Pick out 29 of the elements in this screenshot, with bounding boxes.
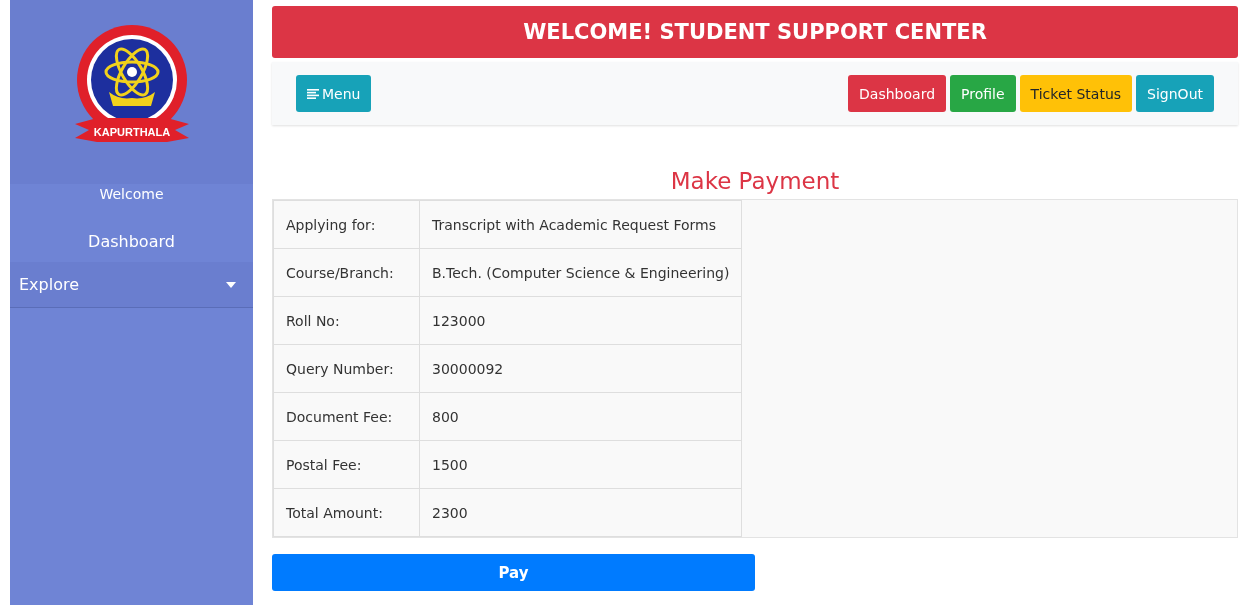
menu-icon [307, 88, 319, 99]
table-cell: Postal Fee: [273, 440, 420, 489]
nav-button[interactable]: Dashboard [848, 75, 947, 112]
table-cell: Total Amount: [273, 488, 420, 537]
table-cell: B.Tech. (Computer Science & Engineering) [419, 248, 742, 297]
table-cell: Course/Branch: [273, 248, 420, 297]
table-cell: Document Fee: [273, 392, 420, 441]
sidebar-link[interactable]: Dashboard [10, 224, 253, 262]
table-cell: Applying for: [273, 200, 420, 249]
table-cell: 800 [419, 392, 742, 441]
nav-button[interactable]: Profile [950, 75, 1016, 112]
pay-button[interactable]: Pay [272, 554, 755, 591]
nav-button[interactable]: SignOut [1136, 75, 1214, 112]
menu-button[interactable]: Menu [296, 75, 372, 112]
table-cell: Roll No: [273, 296, 420, 345]
explore-dropdown[interactable]: Explore [10, 262, 253, 308]
nav-button[interactable]: Ticket Status [1019, 75, 1133, 112]
logo-ribbon-text: KAPURTHALA [93, 126, 170, 138]
header-banner: WELCOME! STUDENT SUPPORT CENTER [272, 6, 1238, 58]
table-cell: 30000092 [419, 344, 742, 393]
table-cell: 2300 [419, 488, 742, 537]
table-cell: Query Number: [273, 344, 420, 393]
table-cell: 123000 [419, 296, 742, 345]
welcome-text: Welcome [98, 185, 165, 204]
caret-icon [226, 281, 236, 288]
table-cell: Transcript with Academic Request Forms [419, 200, 742, 249]
page-title: Make Payment [669, 167, 841, 196]
dropdown-label: Explore [19, 275, 80, 294]
table-cell: 1500 [419, 440, 742, 489]
